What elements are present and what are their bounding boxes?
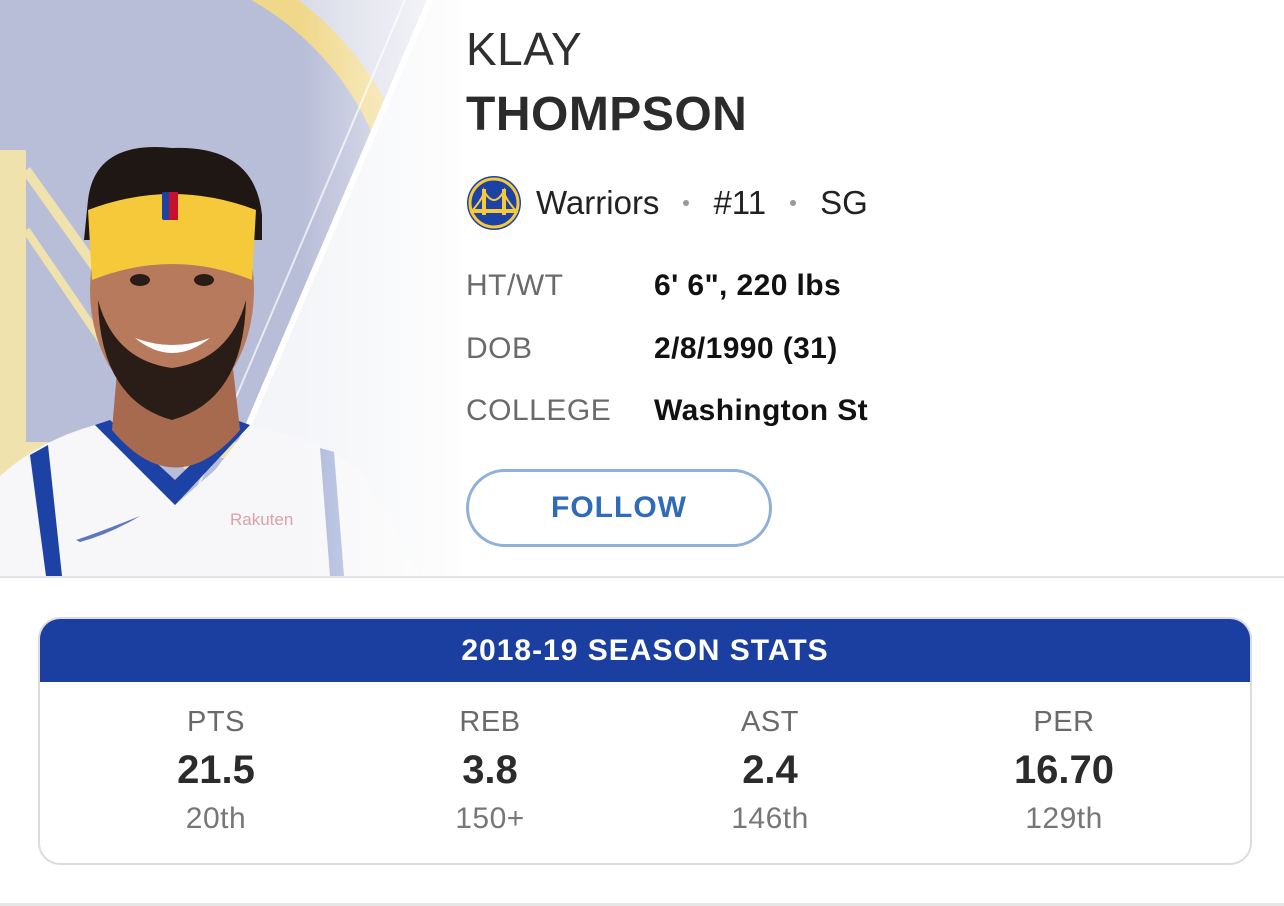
player-first-name: KLAY xyxy=(466,23,583,75)
player-last-name: THOMPSON xyxy=(466,88,748,141)
follow-button[interactable]: FOLLOW xyxy=(466,469,772,547)
attr-label: COLLEGE xyxy=(466,394,612,427)
attr-value: 2/8/1990 (31) xyxy=(654,332,838,365)
jersey-sponsor: Rakuten xyxy=(230,510,293,529)
jersey-number: #11 xyxy=(713,184,767,221)
header-divider xyxy=(0,576,1284,578)
player-info: KLAY THOMPSON Warriors #11 SG HT/WT 6' 6… xyxy=(466,0,1266,576)
season-stats-title: 2018-19 SEASON STATS xyxy=(40,619,1250,682)
player-position: SG xyxy=(820,184,868,221)
separator-dot-icon xyxy=(790,200,797,206)
team-name[interactable]: Warriors xyxy=(536,184,659,222)
stat-value: 21.5 xyxy=(177,748,255,792)
stat-rank: 146th xyxy=(731,802,809,835)
stat-rank: 20th xyxy=(185,802,247,835)
attr-label: HT/WT xyxy=(466,269,564,302)
stat-label: REB xyxy=(459,706,521,738)
stat-label: PER xyxy=(1033,706,1095,738)
stat-value: 16.70 xyxy=(1013,748,1115,792)
attr-row-college: COLLEGE Washington St xyxy=(466,391,868,431)
stat-rank: 129th xyxy=(1025,802,1103,835)
attr-row-height-weight: HT/WT 6' 6", 220 lbs xyxy=(466,266,841,306)
stat-value: 2.4 xyxy=(742,748,798,792)
attr-row-dob: DOB 2/8/1990 (31) xyxy=(466,329,838,369)
player-photo: Rakuten xyxy=(0,0,460,576)
stat-label: PTS xyxy=(187,706,245,738)
separator-dot-icon xyxy=(683,200,690,206)
attr-label: DOB xyxy=(466,332,533,365)
season-stats-card: 2018-19 SEASON STATS PTS 21.5 20th REB 3… xyxy=(38,617,1252,865)
team-line: Warriors #11 SG xyxy=(466,175,868,231)
season-stats-grid: PTS 21.5 20th REB 3.8 150+ AST 2.4 146th… xyxy=(40,682,1250,863)
stat-value: 3.8 xyxy=(462,748,518,792)
attr-value: Washington St xyxy=(654,394,869,427)
stat-label: AST xyxy=(741,706,799,738)
attr-value: 6' 6", 220 lbs xyxy=(654,269,842,302)
stat-rank: 150+ xyxy=(455,802,525,835)
warriors-logo-icon[interactable] xyxy=(466,175,522,231)
player-header: Rakuten KLAY THOMPSON Warriors #11 SG HT… xyxy=(0,0,1284,576)
